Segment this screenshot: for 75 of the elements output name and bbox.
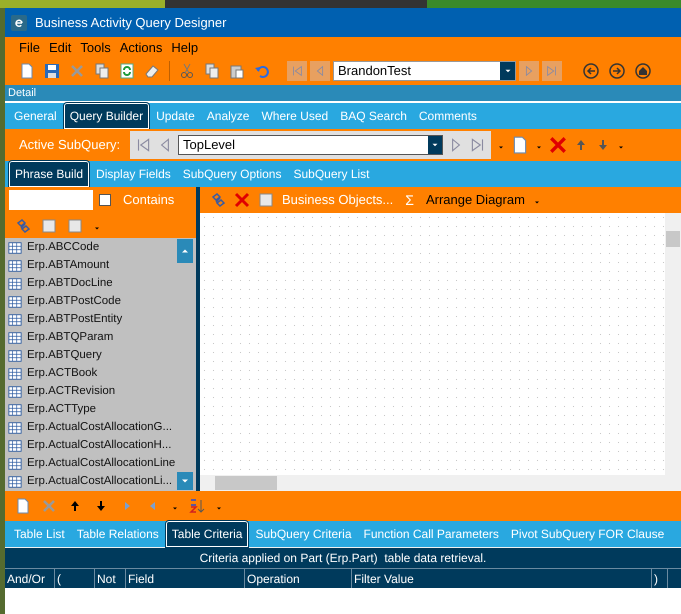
link-icon[interactable] (210, 192, 226, 208)
tab[interactable]: Query Builder (64, 103, 150, 129)
scrollbar-thumb[interactable] (215, 476, 277, 490)
section-label: Detail (8, 86, 36, 101)
table-list-item[interactable]: Erp.ActualCostAllocationLine (8, 455, 176, 473)
new-document-icon[interactable] (19, 62, 35, 78)
table-icon (8, 421, 22, 435)
menu-item[interactable]: File (19, 38, 40, 58)
table-list-item[interactable]: Erp.ActualCostAllocationG... (8, 419, 176, 437)
square-icon[interactable] (67, 218, 83, 234)
table-icon (8, 439, 22, 453)
home-icon[interactable] (635, 62, 651, 78)
dropdown-button[interactable] (428, 136, 442, 154)
search-field[interactable] (9, 190, 93, 210)
paste-icon[interactable] (229, 62, 245, 78)
table-list-item[interactable]: Erp.ABTQuery (8, 347, 176, 365)
subquery-combo-box[interactable]: TopLevel (178, 135, 443, 155)
table-icon (8, 403, 22, 417)
record-value: BrandonTest (337, 62, 412, 80)
menu-item[interactable]: Edit (48, 38, 72, 58)
table-list-item[interactable]: Erp.ACTRevision (8, 383, 176, 401)
table-list-item[interactable]: Erp.ACTBook (8, 365, 176, 383)
square-icon[interactable] (41, 218, 57, 234)
scroll-down-button[interactable] (177, 472, 193, 490)
table-list-item[interactable]: Erp.ActualCostAllocationH... (8, 437, 176, 455)
table-list-item[interactable]: Erp.ABTPostCode (8, 293, 176, 311)
copy-icon[interactable] (94, 62, 110, 78)
table-icon (8, 259, 22, 273)
table-list-item[interactable]: Erp.ACTType (8, 401, 176, 419)
table-list-item[interactable]: Erp.ActualCostAllocationLi... (8, 473, 176, 491)
contains-label: Contains (123, 191, 174, 210)
table-icon (8, 457, 22, 471)
table-icon (8, 367, 22, 381)
refresh-icon[interactable] (119, 62, 135, 78)
table-list-item[interactable]: Erp.ABTPostEntity (8, 311, 176, 329)
forward-icon[interactable] (609, 62, 625, 78)
menu-item[interactable]: Tools (80, 38, 111, 58)
arrange-diagram-button[interactable]: Arrange Diagram (426, 190, 525, 210)
cut-icon[interactable] (179, 62, 195, 78)
table-icon (8, 295, 22, 309)
table-icon (8, 349, 22, 363)
delete-icon[interactable] (549, 136, 567, 154)
table-icon (8, 277, 22, 291)
copy-icon[interactable] (204, 62, 220, 78)
link-icon[interactable] (15, 218, 31, 234)
menu-item[interactable]: Help (171, 38, 198, 58)
record-combo-box[interactable]: BrandonTest (333, 60, 516, 80)
tab[interactable]: Table Criteria (166, 521, 248, 547)
subquery-label: Active SubQuery: (19, 136, 122, 154)
tab[interactable]: Phrase Build (9, 161, 90, 187)
criteria-caption: Criteria applied on Part (Erp.Part) table data retrieval. (200, 550, 486, 567)
menu-item[interactable]: Actions (120, 38, 162, 58)
new-document-icon[interactable] (15, 498, 31, 514)
table-list-item[interactable]: Erp.ABTAmount (8, 257, 176, 275)
table-icon (8, 385, 22, 399)
sort-icon[interactable] (189, 498, 205, 514)
table-icon (8, 331, 22, 345)
table-list-item[interactable]: Erp.ABCCode (8, 239, 176, 257)
save-icon[interactable] (44, 62, 60, 78)
square-icon[interactable] (258, 192, 274, 208)
table-icon (8, 241, 22, 255)
scroll-up-button[interactable] (177, 239, 193, 263)
contains-checkbox[interactable] (99, 194, 111, 206)
delete-icon[interactable] (234, 192, 250, 208)
table-list-item[interactable]: Erp.ABTQParam (8, 329, 176, 347)
new-document-icon[interactable] (511, 136, 529, 154)
subquery-value: TopLevel (182, 136, 236, 154)
dropdown-button[interactable] (500, 62, 515, 80)
table-icon (8, 313, 22, 327)
scrollbar-thumb[interactable] (666, 231, 680, 247)
eraser-icon[interactable] (144, 62, 160, 78)
window-title: Business Activity Query Designer (35, 14, 226, 32)
table-list-item[interactable]: Erp.ABTDocLine (8, 275, 176, 293)
back-icon[interactable] (583, 62, 599, 78)
table-icon (8, 475, 22, 489)
